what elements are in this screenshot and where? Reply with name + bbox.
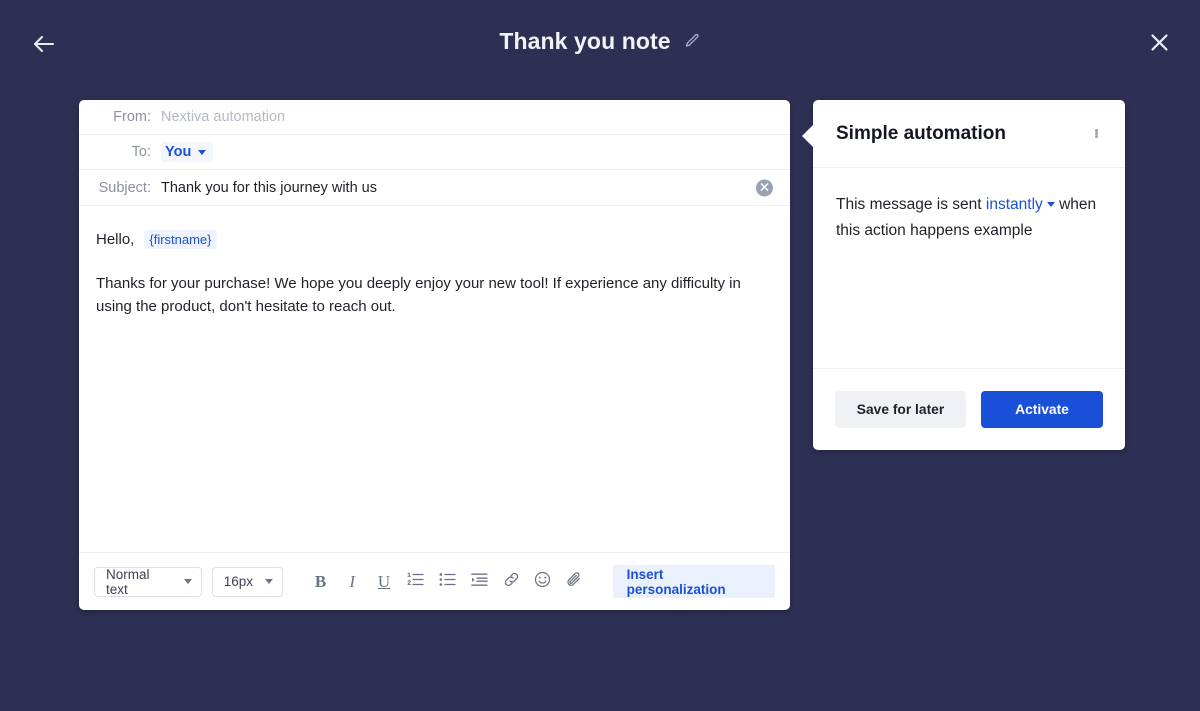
email-body-editor[interactable]: Hello, {firstname} Thanks for your purch… bbox=[79, 206, 790, 552]
panel-title: Simple automation bbox=[836, 122, 1006, 144]
to-label: To: bbox=[131, 144, 151, 160]
ordered-list-icon bbox=[407, 572, 424, 592]
personalization-token[interactable]: {firstname} bbox=[144, 230, 217, 249]
ordered-list-button[interactable] bbox=[400, 567, 432, 597]
bullet-list-icon bbox=[439, 572, 456, 592]
automation-panel: Simple automation This message is sent i… bbox=[802, 100, 1125, 450]
font-size-value: 16px bbox=[223, 574, 254, 589]
attachment-button[interactable] bbox=[559, 567, 591, 597]
greeting-line: Hello, {firstname} bbox=[96, 230, 764, 249]
from-value: Nextiva automation bbox=[161, 109, 286, 125]
subject-row: Subject: Thank you for this journey with… bbox=[79, 170, 790, 206]
editor-toolbar: Normal text 16px B I U Insert personaliz… bbox=[79, 552, 790, 610]
sentence-part-1: This message is sent bbox=[836, 196, 982, 213]
from-row: From: Nextiva automation bbox=[79, 100, 790, 135]
subject-input[interactable]: Thank you for this journey with us bbox=[161, 180, 377, 196]
page-title: Thank you note bbox=[499, 28, 671, 54]
close-button[interactable] bbox=[1144, 30, 1174, 60]
link-icon bbox=[503, 571, 520, 593]
subject-label: Subject: bbox=[98, 179, 151, 196]
bullet-list-button[interactable] bbox=[432, 567, 464, 597]
pencil-icon bbox=[684, 33, 700, 54]
to-row: To: You bbox=[79, 135, 790, 170]
text-style-value: Normal text bbox=[106, 566, 150, 597]
clear-subject-button[interactable] bbox=[756, 179, 773, 196]
chevron-down-icon bbox=[183, 579, 192, 584]
edit-title-button[interactable] bbox=[683, 33, 701, 54]
underline-button[interactable]: U bbox=[368, 567, 400, 597]
body-paragraph: Thanks for your purchase! We hope you de… bbox=[96, 275, 741, 315]
panel-header: Simple automation bbox=[813, 100, 1125, 168]
clear-circle-icon bbox=[760, 179, 769, 197]
panel-pointer bbox=[802, 124, 814, 148]
emoji-button[interactable] bbox=[527, 567, 559, 597]
activate-button[interactable]: Activate bbox=[981, 391, 1103, 428]
insert-personalization-button[interactable]: Insert personalization bbox=[612, 565, 775, 598]
save-for-later-button[interactable]: Save for later bbox=[835, 391, 966, 428]
from-label: From: bbox=[113, 109, 151, 125]
timing-value: instantly bbox=[985, 196, 1043, 213]
to-recipient-dropdown[interactable]: You bbox=[161, 142, 214, 162]
chevron-down-icon bbox=[198, 149, 207, 155]
emoji-icon bbox=[534, 571, 551, 593]
font-size-dropdown[interactable]: 16px bbox=[211, 566, 284, 597]
timing-dropdown[interactable]: instantly bbox=[986, 196, 1055, 213]
panel-footer: Save for later Activate bbox=[813, 368, 1125, 450]
automation-sentence: This message is sent instantly when this… bbox=[836, 192, 1103, 244]
panel-body: This message is sent instantly when this… bbox=[813, 168, 1125, 368]
chevron-down-icon bbox=[1046, 202, 1055, 207]
indent-button[interactable] bbox=[464, 567, 496, 597]
text-style-dropdown[interactable]: Normal text bbox=[94, 566, 202, 597]
bold-button[interactable]: B bbox=[305, 567, 337, 597]
email-composer-card: From: Nextiva automation To: You Subject… bbox=[79, 100, 790, 610]
chevron-down-icon bbox=[265, 579, 274, 584]
link-button[interactable] bbox=[495, 567, 527, 597]
italic-button[interactable]: I bbox=[336, 567, 368, 597]
greeting-text: Hello, bbox=[96, 231, 135, 248]
close-icon bbox=[1150, 33, 1169, 57]
indent-icon bbox=[471, 572, 488, 592]
panel-menu-button[interactable] bbox=[1085, 121, 1107, 147]
paperclip-icon bbox=[566, 571, 583, 593]
top-bar: Thank you note bbox=[0, 0, 1200, 88]
title-area: Thank you note bbox=[0, 28, 1200, 55]
to-value: You bbox=[165, 144, 192, 160]
kebab-menu-icon bbox=[1094, 129, 1098, 138]
